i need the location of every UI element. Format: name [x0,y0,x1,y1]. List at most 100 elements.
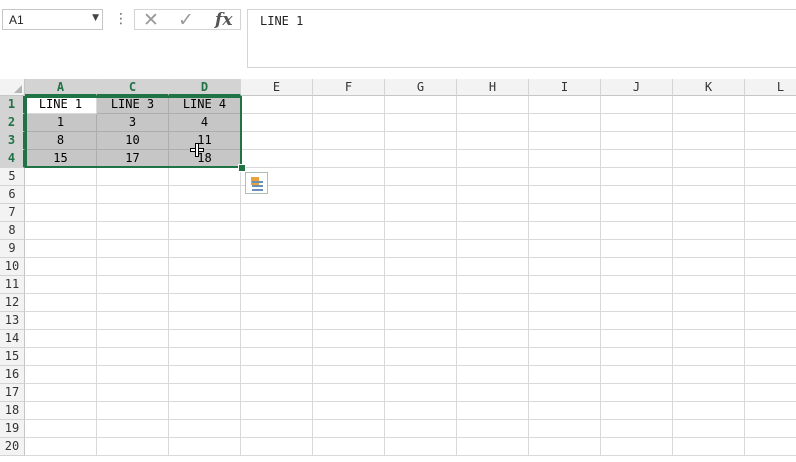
cell-j4[interactable] [601,150,673,168]
cell-l7[interactable] [745,204,796,222]
column-header-e[interactable]: E [241,79,313,96]
cell-h16[interactable] [457,366,529,384]
name-box[interactable]: A1 ▼ [2,9,103,30]
cancel-icon[interactable]: ✕ [143,9,159,31]
cell-j9[interactable] [601,240,673,258]
row-header-3[interactable]: 3 [0,132,25,150]
cell-i12[interactable] [529,294,601,312]
cell-c7[interactable] [97,204,169,222]
cell-d14[interactable] [169,330,241,348]
cell-e2[interactable] [241,114,313,132]
cell-j20[interactable] [601,438,673,456]
column-header-g[interactable]: G [385,79,457,96]
cell-i16[interactable] [529,366,601,384]
cell-g10[interactable] [385,258,457,276]
cell-l13[interactable] [745,312,796,330]
cell-c2[interactable]: 3 [97,114,169,132]
cell-c11[interactable] [97,276,169,294]
cell-a9[interactable] [25,240,97,258]
cell-h20[interactable] [457,438,529,456]
cell-c12[interactable] [97,294,169,312]
cell-i8[interactable] [529,222,601,240]
cell-c18[interactable] [97,402,169,420]
cell-j17[interactable] [601,384,673,402]
cell-g20[interactable] [385,438,457,456]
cell-k13[interactable] [673,312,745,330]
row-header-7[interactable]: 7 [0,204,25,222]
select-all-corner[interactable] [0,79,25,96]
cell-h11[interactable] [457,276,529,294]
fill-handle[interactable] [238,164,246,172]
cell-d15[interactable] [169,348,241,366]
cell-k18[interactable] [673,402,745,420]
cell-d10[interactable] [169,258,241,276]
cell-e18[interactable] [241,402,313,420]
cell-h18[interactable] [457,402,529,420]
cell-k16[interactable] [673,366,745,384]
cell-f18[interactable] [313,402,385,420]
cell-a16[interactable] [25,366,97,384]
cell-j14[interactable] [601,330,673,348]
cell-i1[interactable] [529,96,601,114]
cell-f12[interactable] [313,294,385,312]
cell-h9[interactable] [457,240,529,258]
cell-c13[interactable] [97,312,169,330]
cell-g19[interactable] [385,420,457,438]
cell-e12[interactable] [241,294,313,312]
cell-g12[interactable] [385,294,457,312]
cell-h14[interactable] [457,330,529,348]
row-header-17[interactable]: 17 [0,384,25,402]
cell-i17[interactable] [529,384,601,402]
cell-f13[interactable] [313,312,385,330]
cell-k1[interactable] [673,96,745,114]
cell-g8[interactable] [385,222,457,240]
row-header-12[interactable]: 12 [0,294,25,312]
cell-f20[interactable] [313,438,385,456]
cell-l3[interactable] [745,132,796,150]
cell-g7[interactable] [385,204,457,222]
cell-g4[interactable] [385,150,457,168]
cell-h17[interactable] [457,384,529,402]
cell-c10[interactable] [97,258,169,276]
cell-d3[interactable]: 11 [169,132,241,150]
cell-k15[interactable] [673,348,745,366]
cell-e10[interactable] [241,258,313,276]
cell-l20[interactable] [745,438,796,456]
quick-analysis-icon[interactable] [245,172,268,194]
cell-c20[interactable] [97,438,169,456]
cell-k20[interactable] [673,438,745,456]
cell-j10[interactable] [601,258,673,276]
cell-a5[interactable] [25,168,97,186]
cell-e7[interactable] [241,204,313,222]
cell-d7[interactable] [169,204,241,222]
cell-e17[interactable] [241,384,313,402]
cell-c8[interactable] [97,222,169,240]
cell-j11[interactable] [601,276,673,294]
cell-c4[interactable]: 17 [97,150,169,168]
cell-a3[interactable]: 8 [25,132,97,150]
cell-d11[interactable] [169,276,241,294]
cell-e13[interactable] [241,312,313,330]
cell-c16[interactable] [97,366,169,384]
cell-j5[interactable] [601,168,673,186]
cell-g13[interactable] [385,312,457,330]
cell-i18[interactable] [529,402,601,420]
cell-k19[interactable] [673,420,745,438]
cell-l9[interactable] [745,240,796,258]
cell-h10[interactable] [457,258,529,276]
cell-f1[interactable] [313,96,385,114]
cell-f15[interactable] [313,348,385,366]
cell-h7[interactable] [457,204,529,222]
cell-l14[interactable] [745,330,796,348]
cell-h1[interactable] [457,96,529,114]
cell-k7[interactable] [673,204,745,222]
cell-a18[interactable] [25,402,97,420]
cell-g14[interactable] [385,330,457,348]
cell-g1[interactable] [385,96,457,114]
row-header-9[interactable]: 9 [0,240,25,258]
cell-c1[interactable]: LINE 3 [97,96,169,114]
cell-l17[interactable] [745,384,796,402]
row-header-18[interactable]: 18 [0,402,25,420]
cell-l15[interactable] [745,348,796,366]
cell-e1[interactable] [241,96,313,114]
